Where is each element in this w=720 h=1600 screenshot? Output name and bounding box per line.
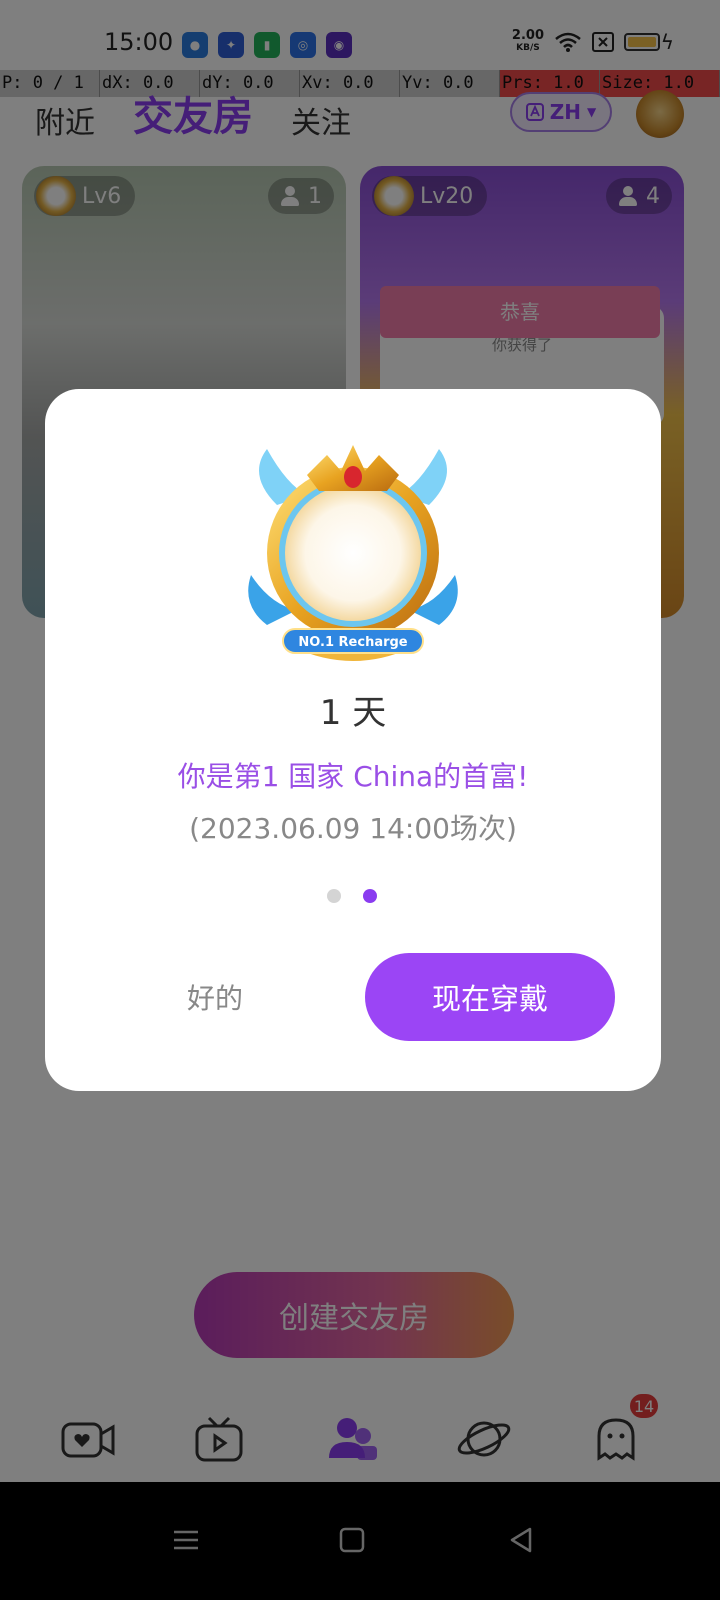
avatar-frame-image: NO.1 Recharge	[237, 435, 469, 665]
reward-dialog: NO.1 Recharge 1 天 你是第1 国家 China的首富! (202…	[45, 389, 661, 1091]
menu-icon[interactable]	[166, 1520, 206, 1560]
reward-duration: 1 天	[319, 693, 387, 733]
avatar-frame-icon: NO.1 Recharge	[248, 445, 458, 661]
home-icon[interactable]	[332, 1520, 372, 1560]
pager-dots	[327, 889, 377, 903]
system-nav-bar	[0, 1482, 720, 1600]
reward-message: 你是第1 国家 China的首富!	[177, 760, 529, 793]
back-icon[interactable]	[502, 1520, 542, 1560]
reward-session: (2023.06.09 14:00场次)	[189, 812, 517, 845]
wear-now-button[interactable]: 现在穿戴	[365, 953, 615, 1041]
ok-button[interactable]: 好的	[145, 957, 285, 1037]
pager-dot[interactable]	[327, 889, 341, 903]
pager-dot-active[interactable]	[363, 889, 377, 903]
frame-label-text: NO.1 Recharge	[298, 635, 407, 650]
